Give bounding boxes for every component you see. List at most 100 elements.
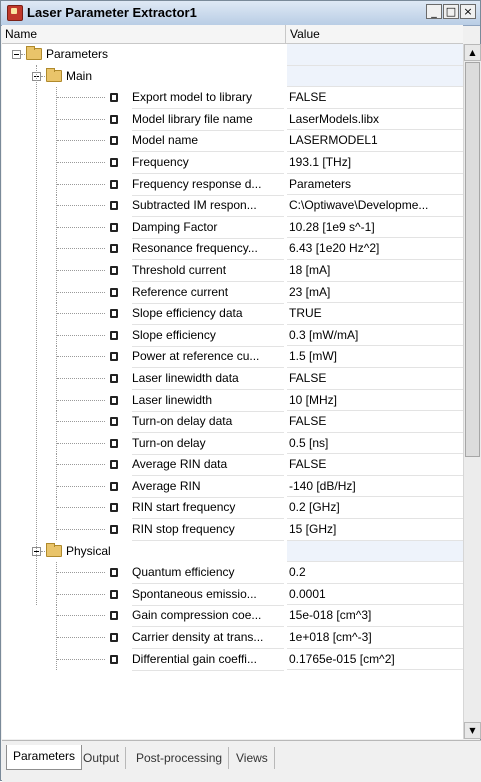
property-row[interactable]: Damping Factor 10.28 [1e9 s^-1] (2, 216, 463, 239)
value-cell[interactable]: 15e-018 [cm^3] (287, 605, 463, 628)
property-label: Differential gain coeffi... (132, 649, 284, 671)
property-row[interactable]: Model name LASERMODEL1 (2, 130, 463, 153)
value-cell[interactable]: TRUE (287, 303, 463, 325)
value-cell[interactable]: LaserModels.libx (287, 108, 463, 131)
value-cell[interactable]: LASERMODEL1 (287, 130, 463, 152)
property-row[interactable]: Resonance frequency... 6.43 [1e20 Hz^2] (2, 238, 463, 261)
value-cell[interactable]: 23 [mA] (287, 281, 463, 304)
tab-views[interactable]: Views (230, 747, 275, 769)
property-label: Slope efficiency (132, 325, 284, 347)
property-row[interactable]: Differential gain coeffi... 0.1765e-015 [… (2, 648, 463, 671)
property-icon (110, 201, 118, 211)
group-row[interactable]: Main (2, 65, 463, 88)
value-cell[interactable]: 0.2 (287, 562, 463, 584)
property-row[interactable]: Slope efficiency data TRUE (2, 303, 463, 326)
value-cell[interactable]: 0.0001 (287, 583, 463, 606)
property-row[interactable]: Frequency response d... Parameters (2, 173, 463, 196)
property-row[interactable]: Turn-on delay 0.5 [ns] (2, 432, 463, 455)
value-cell[interactable]: 1.5 [mW] (287, 346, 463, 368)
property-icon (110, 222, 118, 232)
property-icon (110, 93, 118, 103)
tree-connector (57, 313, 105, 315)
minimize-button[interactable]: _ (426, 4, 442, 19)
property-row[interactable]: Reference current 23 [mA] (2, 281, 463, 304)
scroll-down-arrow-icon[interactable]: ▼ (464, 722, 481, 739)
value-cell[interactable]: 0.5 [ns] (287, 432, 463, 455)
value-cell[interactable]: FALSE (287, 87, 463, 109)
property-row[interactable]: RIN start frequency 0.2 [GHz] (2, 497, 463, 520)
property-row[interactable]: Subtracted IM respon... C:\Optiwave\Devel… (2, 195, 463, 218)
property-label: Slope efficiency data (132, 303, 284, 326)
scroll-thumb[interactable] (465, 62, 480, 457)
vertical-scrollbar[interactable]: ▲ ▼ (463, 44, 481, 739)
title-bar[interactable]: Laser Parameter Extractor1 _ □ × (1, 1, 480, 26)
property-row[interactable]: Frequency 193.1 [THz] (2, 151, 463, 174)
value-cell[interactable]: 0.1765e-015 [cm^2] (287, 648, 463, 671)
value-cell[interactable]: 10.28 [1e9 s^-1] (287, 216, 463, 239)
value-cell[interactable]: 193.1 [THz] (287, 151, 463, 174)
property-row[interactable]: RIN stop frequency 15 [GHz] (2, 519, 463, 542)
property-row[interactable]: Carrier density at trans... 1e+018 [cm^-3… (2, 627, 463, 650)
tree-connector (57, 205, 105, 207)
value-cell[interactable]: Parameters (287, 173, 463, 196)
property-label: Laser linewidth (132, 390, 284, 412)
value-cell[interactable]: -140 [dB/Hz] (287, 475, 463, 498)
name-cell: Physical (2, 541, 286, 563)
property-row[interactable]: Export model to library FALSE (2, 87, 463, 110)
close-button[interactable]: × (460, 4, 476, 19)
group-row[interactable]: Parameters (2, 44, 463, 66)
property-row[interactable]: Turn-on delay data FALSE (2, 411, 463, 434)
property-icon (110, 157, 118, 167)
value-cell[interactable]: 0.3 [mW/mA] (287, 324, 463, 347)
value-cell[interactable]: FALSE (287, 367, 463, 390)
property-label: Damping Factor (132, 217, 284, 239)
value-cell[interactable]: 6.43 [1e20 Hz^2] (287, 238, 463, 260)
property-row[interactable]: Spontaneous emissio... 0.0001 (2, 583, 463, 606)
property-row[interactable]: Slope efficiency 0.3 [mW/mA] (2, 324, 463, 347)
property-row[interactable]: Average RIN data FALSE (2, 454, 463, 477)
property-icon (110, 589, 118, 599)
property-icon (110, 438, 118, 448)
property-row[interactable]: Laser linewidth data FALSE (2, 367, 463, 390)
property-row[interactable]: Laser linewidth 10 [MHz] (2, 389, 463, 412)
column-header-value[interactable]: Value (287, 25, 463, 43)
value-cell[interactable]: C:\Optiwave\Developme... (287, 195, 463, 217)
value-cell[interactable]: FALSE (287, 411, 463, 433)
property-row[interactable]: Power at reference cu... 1.5 [mW] (2, 346, 463, 369)
name-cell: Main (2, 66, 286, 88)
property-row[interactable]: Quantum efficiency 0.2 (2, 562, 463, 585)
tab-post-processing[interactable]: Post-processing (130, 747, 230, 769)
value-cell[interactable]: FALSE (287, 454, 463, 476)
property-label: Model library file name (132, 109, 284, 131)
value-cell[interactable]: 18 [mA] (287, 259, 463, 282)
tree-connector (57, 226, 105, 228)
name-cell: Carrier density at trans... (2, 627, 286, 650)
collapse-toggle-icon[interactable] (12, 50, 21, 59)
property-icon (110, 568, 118, 578)
property-row[interactable]: Average RIN -140 [dB/Hz] (2, 475, 463, 498)
tab-parameters[interactable]: Parameters (6, 745, 83, 770)
value-cell[interactable]: 1e+018 [cm^-3] (287, 627, 463, 649)
tree-connector (57, 356, 105, 358)
name-cell: Turn-on delay data (2, 411, 286, 434)
tab-output[interactable]: Output (77, 747, 127, 769)
value-cell (287, 44, 463, 66)
name-cell: Parameters (2, 44, 286, 66)
property-row[interactable]: Gain compression coe... 15e-018 [cm^3] (2, 605, 463, 628)
property-row[interactable]: Threshold current 18 [mA] (2, 259, 463, 282)
name-cell: Gain compression coe... (2, 605, 286, 628)
property-row[interactable]: Model library file name LaserModels.libx (2, 108, 463, 131)
property-icon (110, 654, 118, 664)
window-title: Laser Parameter Extractor1 (27, 5, 197, 20)
group-row[interactable]: Physical (2, 540, 463, 563)
property-tree: Parameters Main Export model to library FAL… (2, 44, 463, 739)
value-cell[interactable]: 15 [GHz] (287, 519, 463, 541)
property-label: Average RIN data (132, 454, 284, 477)
group-label: Parameters (46, 47, 109, 61)
name-cell: RIN start frequency (2, 497, 286, 520)
value-cell[interactable]: 10 [MHz] (287, 389, 463, 412)
scroll-up-arrow-icon[interactable]: ▲ (464, 44, 481, 61)
column-header-name[interactable]: Name (2, 25, 286, 43)
value-cell[interactable]: 0.2 [GHz] (287, 497, 463, 520)
maximize-button[interactable]: □ (443, 4, 459, 19)
